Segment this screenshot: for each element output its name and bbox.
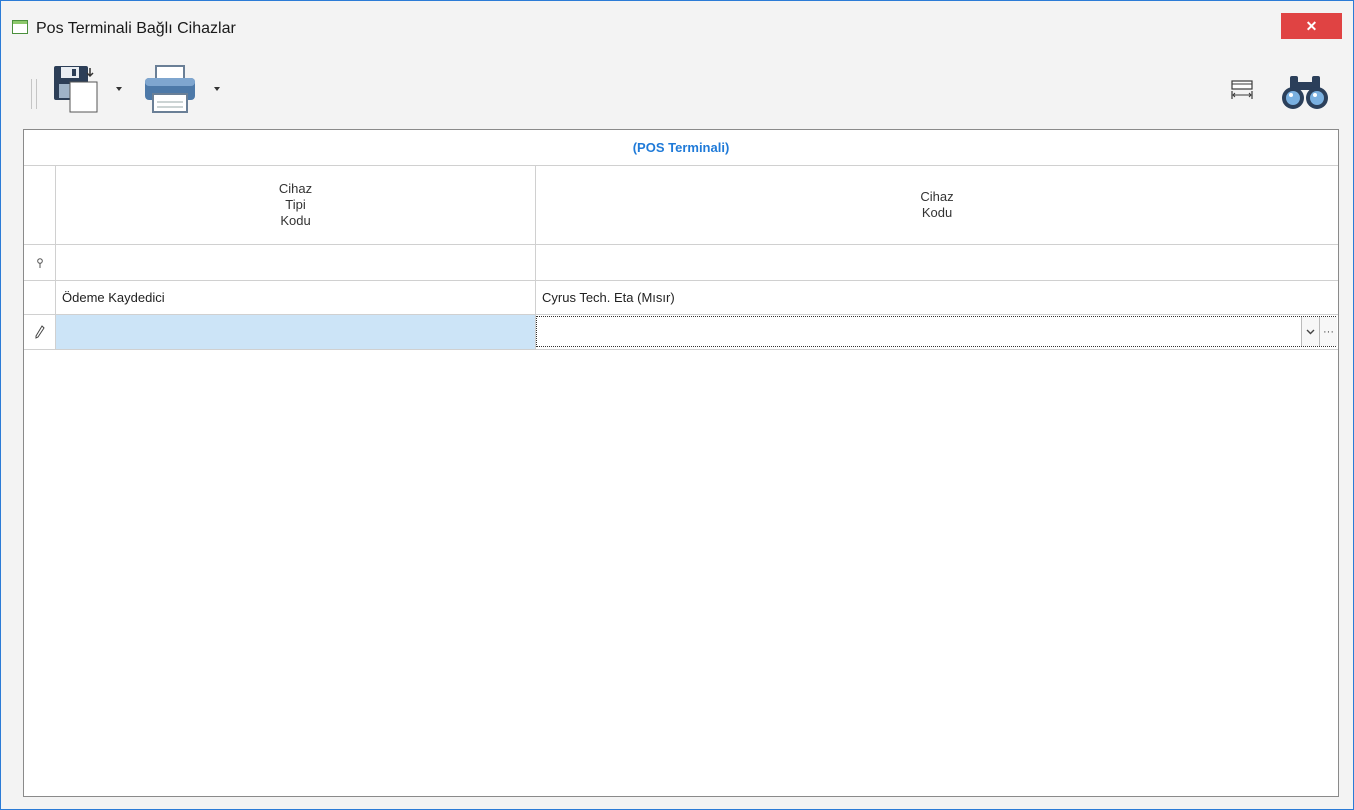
new-row-indicator — [24, 315, 56, 349]
toolbar-grip-icon[interactable] — [31, 79, 37, 109]
title-bar: Pos Terminali Bağlı Cihazlar ✕ — [1, 1, 1353, 49]
ellipsis-icon: ··· — [1323, 325, 1334, 338]
toolbar — [1, 49, 1353, 127]
table-row[interactable]: Ödeme Kaydedici Cyrus Tech. Eta (Mısır) — [24, 281, 1338, 315]
filter-cell-cihaz-tipi-kodu[interactable] — [56, 245, 535, 280]
chevron-down-icon — [1306, 329, 1315, 334]
new-row[interactable]: ··· — [24, 315, 1338, 350]
save-floppy-icon — [54, 66, 98, 113]
cihaz-kodu-editor[interactable]: ··· — [536, 316, 1337, 347]
binoculars-icon — [1282, 76, 1328, 109]
print-dropdown-icon[interactable] — [214, 87, 220, 91]
new-row-cell-cihaz-tipi-kodu[interactable] — [56, 315, 535, 349]
column-header-cihaz-kodu[interactable]: Cihaz Kodu — [536, 166, 1338, 245]
column-header-cihaz-tipi-kodu[interactable]: Cihaz Tipi Kodu — [56, 166, 536, 245]
ellipsis-button[interactable]: ··· — [1319, 317, 1337, 346]
pencil-icon — [35, 325, 45, 339]
band-header: (POS Terminali) — [24, 130, 1338, 166]
row-indicator — [24, 281, 56, 314]
filter-pin-icon — [36, 257, 43, 268]
filter-cell-cihaz-kodu[interactable] — [536, 245, 1338, 280]
header-indicator-cell — [24, 166, 56, 245]
window-icon — [12, 20, 28, 34]
cell-cihaz-kodu[interactable]: Cyrus Tech. Eta (Mısır) — [536, 281, 1338, 314]
close-icon: ✕ — [1305, 17, 1318, 34]
dialog-window: Pos Terminali Bağlı Cihazlar ✕ (POS Term… — [0, 0, 1354, 810]
data-grid: (POS Terminali) Cihaz Tipi Kodu Cihaz Ko… — [23, 129, 1339, 797]
cell-cihaz-tipi-kodu[interactable]: Ödeme Kaydedici — [56, 281, 535, 314]
column-width-button[interactable] — [1231, 80, 1253, 100]
dropdown-button[interactable] — [1301, 317, 1319, 346]
window-title: Pos Terminali Bağlı Cihazlar — [36, 20, 236, 37]
save-dropdown-icon[interactable] — [116, 87, 122, 91]
close-button[interactable]: ✕ — [1281, 13, 1342, 39]
printer-icon — [145, 65, 195, 113]
find-button[interactable] — [1280, 72, 1330, 112]
save-button[interactable] — [52, 64, 100, 114]
print-button[interactable] — [142, 64, 198, 116]
column-width-icon — [1231, 80, 1253, 99]
filter-row-indicator — [24, 245, 56, 280]
filter-row — [24, 245, 1338, 281]
